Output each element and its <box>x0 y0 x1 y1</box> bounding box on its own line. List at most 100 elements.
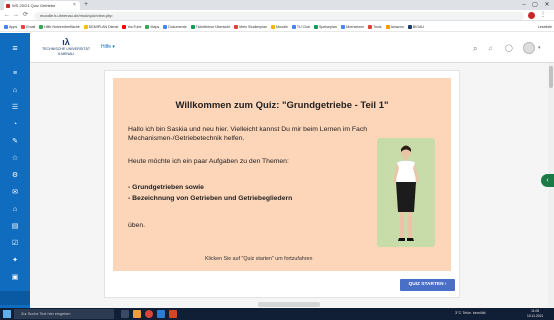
start-hint: Klicken Sie auf "Quiz starten" um fortzu… <box>205 256 313 262</box>
bookmark-item[interactable]: YouTube <box>122 22 142 31</box>
bookmark-item[interactable]: DEMIPLAN Dienst <box>83 22 119 31</box>
avatar[interactable] <box>523 42 535 54</box>
bookmark-item[interactable]: Email <box>21 22 35 31</box>
bookmark-label: Übersetzen <box>345 25 365 29</box>
bookmark-favicon-icon <box>368 25 373 30</box>
user-menu-caret-icon[interactable]: ▾ <box>538 45 541 51</box>
bookmark-item[interactable]: BIGAU <box>407 22 424 31</box>
task-view-icon[interactable] <box>121 310 129 318</box>
search-icon[interactable]: ⌕ <box>473 44 477 54</box>
minimize-button[interactable]: – <box>519 0 529 10</box>
forward-icon[interactable]: → <box>13 11 19 20</box>
nav-item-icon[interactable]: ≡ <box>0 68 30 80</box>
bookmark-favicon-icon <box>39 25 44 30</box>
bookmark-label: Apps <box>9 25 18 29</box>
bookmark-label: Mein Studienplan <box>239 25 268 29</box>
nav-item-icon[interactable]: ⚙ <box>0 170 30 182</box>
nav-item-icon[interactable]: ◔ <box>0 119 30 131</box>
nav-item-icon[interactable]: ⌂ <box>0 85 30 97</box>
menu-toggle-icon[interactable]: ≡ <box>0 33 30 63</box>
nav-bottom-item[interactable] <box>0 291 30 305</box>
horizontal-scrollbar[interactable] <box>258 302 320 307</box>
tab-close-icon[interactable]: × <box>73 2 76 8</box>
bookmark-item[interactable]: Moodle <box>271 22 288 31</box>
bookmark-label: DEMIPLAN Dienst <box>88 25 119 29</box>
bookmark-label: YouTube <box>127 25 142 29</box>
scrollbar-thumb[interactable] <box>549 66 553 88</box>
nav-item-icon[interactable]: ☰ <box>0 102 30 114</box>
new-tab-button[interactable]: + <box>84 1 88 9</box>
bookmark-favicon-icon <box>4 25 8 30</box>
bookmark-favicon-icon <box>145 25 150 30</box>
taskbar-search-input[interactable]: Zur Suche Text hier eingeben <box>14 309 114 319</box>
topic-1: - Grundgetrieben sowie <box>128 184 204 191</box>
nav-item-icon[interactable]: ✎ <box>0 136 30 148</box>
chrome-icon[interactable] <box>145 310 153 318</box>
bookmark-favicon-icon <box>122 25 127 30</box>
bookmark-item[interactable]: Amazon <box>385 22 404 31</box>
bookmark-favicon-icon <box>234 25 239 30</box>
maximize-button[interactable]: ▢ <box>530 0 540 10</box>
bell-icon[interactable]: ♫ <box>488 46 493 52</box>
logo-mark: ιλ <box>62 37 70 47</box>
nav-item-icon[interactable]: ▤ <box>0 221 30 233</box>
bookmark-item[interactable]: Apps <box>4 22 18 31</box>
intro-line-2: Mechanismen-/Getriebetechnik helfen. <box>128 135 245 142</box>
powerpoint-icon[interactable] <box>169 310 177 318</box>
weather-widget[interactable]: 3°C Teilw. bewölkt <box>455 311 486 315</box>
bookmark-favicon-icon <box>340 25 345 30</box>
start-quiz-button[interactable]: QUIZ STARTEN › <box>400 279 455 291</box>
file-explorer-icon[interactable] <box>133 310 141 318</box>
bookmark-favicon-icon <box>291 25 296 30</box>
bookmark-item[interactable]: Mein Studienplan <box>234 22 268 31</box>
bookmark-favicon-icon <box>407 25 412 30</box>
bookmark-favicon-icon <box>21 25 26 30</box>
bookmark-label: Hilfe Nutzeroberfläche <box>44 25 80 29</box>
bookmark-label: Speiseplan <box>319 25 337 29</box>
bookmark-item[interactable]: Dokumente <box>163 22 187 31</box>
url-field[interactable]: moodle.tu-ilmenau.de/mod/quiz/view.php <box>34 12 524 20</box>
topic-end: üben. <box>128 222 146 229</box>
nav-item-icon[interactable]: ✦ <box>0 255 30 267</box>
nav-item-icon[interactable]: ▣ <box>0 272 30 284</box>
logo-line-1: TECHNISCHE UNIVERSITÄT <box>41 47 91 51</box>
tab-title: WS 20/21 Quiz Getriebe <box>12 3 56 8</box>
back-icon[interactable]: ← <box>4 11 10 20</box>
nav-item-icon[interactable]: ✉ <box>0 187 30 199</box>
browser-tab[interactable]: WS 20/21 Quiz Getriebe <box>4 1 80 10</box>
bookmark-item[interactable]: Übersetzen <box>340 22 365 31</box>
clock-date: 10.11.2021 <box>527 313 544 318</box>
bookmark-item[interactable]: Speiseplan <box>314 22 337 31</box>
windows-start-icon[interactable] <box>3 310 11 318</box>
nav-item-icon[interactable]: ⌂ <box>0 204 30 216</box>
bookmark-favicon-icon <box>163 25 168 30</box>
bookmarks-bar: Apps Email Hilfe Nutzeroberfläche DEMIPLAN … <box>0 22 554 32</box>
university-logo[interactable]: ιλ TECHNISCHE UNIVERSITÄT ILMENAU <box>36 38 96 60</box>
bookmark-label: TU Club <box>296 25 311 29</box>
browser-menu-icon[interactable]: ⋮ <box>540 11 546 18</box>
intro-line-1: Hallo ich bin Saskia und neu hier. Viell… <box>128 126 368 133</box>
nav-item-icon[interactable]: ☆ <box>0 153 30 165</box>
taskbar-clock[interactable]: 11:05 10.11.2021 <box>527 309 543 318</box>
reading-list-link[interactable]: Leseliste <box>538 22 552 31</box>
bookmark-label: Ticketbörse Übersicht <box>195 25 231 29</box>
bookmark-item[interactable]: Hilfe Nutzeroberfläche <box>39 22 80 31</box>
help-menu[interactable]: Hilfe ▾ <box>101 44 115 50</box>
bookmark-item[interactable]: Tools <box>368 22 382 31</box>
close-window-button[interactable]: ✕ <box>542 0 552 10</box>
bookmark-label: Dokumente <box>168 25 187 29</box>
nav-item-icon[interactable]: ☑ <box>0 238 30 250</box>
bookmark-item[interactable]: Ticketbörse Übersicht <box>190 22 231 31</box>
tab-favicon-icon <box>6 4 10 8</box>
extension-icon[interactable] <box>528 12 535 19</box>
bookmark-item[interactable]: Maps <box>145 22 159 31</box>
bookmark-favicon-icon <box>314 25 319 30</box>
bookmark-label: Amazon <box>390 25 404 29</box>
chat-icon[interactable]: ◯ <box>505 44 513 52</box>
bookmark-item[interactable]: TU Club <box>291 22 311 31</box>
open-drawer-button[interactable]: ‹ <box>541 174 554 187</box>
word-icon[interactable] <box>157 310 165 318</box>
bookmark-label: Moodle <box>276 25 288 29</box>
reload-icon[interactable]: ⟳ <box>23 11 28 20</box>
saskia-avatar-image <box>393 145 419 241</box>
